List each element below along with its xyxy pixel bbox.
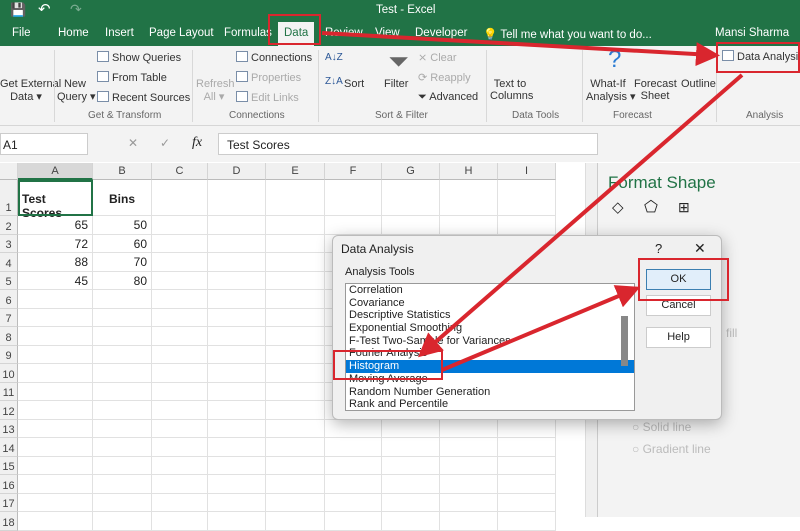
arrow-to-data-analysis bbox=[321, 31, 720, 67]
annotation-arrows bbox=[321, 31, 744, 372]
arrow-to-ok bbox=[441, 285, 641, 372]
